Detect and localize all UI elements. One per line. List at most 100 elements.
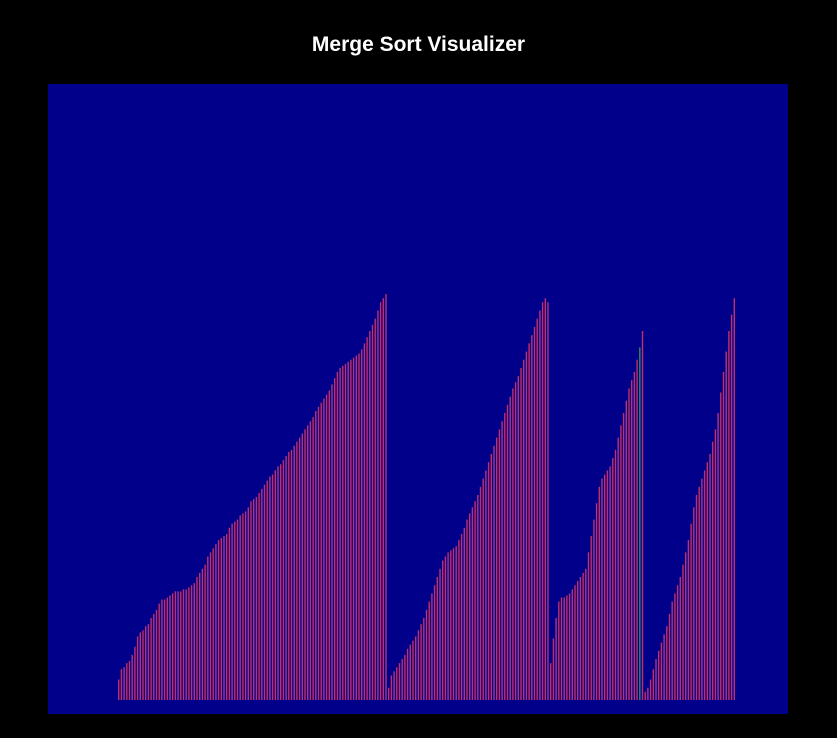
array-bar xyxy=(695,495,698,700)
array-bar xyxy=(412,640,414,700)
array-bar xyxy=(266,480,268,700)
array-bar xyxy=(633,372,636,700)
array-bar xyxy=(180,591,182,700)
array-bar xyxy=(150,618,152,700)
array-bar xyxy=(652,669,654,700)
array-bar xyxy=(242,513,244,700)
array-bar xyxy=(352,357,355,700)
array-bar xyxy=(196,577,198,700)
bars-area xyxy=(118,294,735,700)
array-bar xyxy=(193,583,195,700)
array-bar xyxy=(174,591,177,700)
array-bar xyxy=(533,326,536,700)
array-bar xyxy=(417,630,420,700)
array-bar xyxy=(388,687,390,700)
array-bar xyxy=(458,540,460,700)
array-bar xyxy=(347,361,349,700)
array-bar xyxy=(128,661,131,700)
array-bar xyxy=(520,367,522,700)
array-bar xyxy=(682,564,684,700)
array-bar xyxy=(155,609,158,700)
array-bar xyxy=(720,392,722,700)
array-bar xyxy=(285,456,287,700)
array-bar xyxy=(166,597,168,700)
array-bar xyxy=(309,421,312,700)
array-bar xyxy=(325,394,328,700)
sorting-canvas xyxy=(48,84,788,714)
array-bar xyxy=(663,634,665,700)
array-bar xyxy=(290,449,293,700)
array-bar xyxy=(504,413,506,700)
array-bar xyxy=(690,523,692,700)
array-bar xyxy=(523,359,525,700)
array-bar xyxy=(733,298,735,700)
array-bar xyxy=(390,675,393,700)
array-bar xyxy=(153,613,155,700)
array-bar xyxy=(244,511,247,700)
array-bar xyxy=(228,527,231,700)
array-bar xyxy=(158,603,160,700)
array-bar xyxy=(709,454,711,700)
array-bar xyxy=(293,445,295,700)
array-bar xyxy=(239,515,241,700)
array-bar xyxy=(477,495,479,700)
array-bar xyxy=(442,560,444,700)
array-bar xyxy=(263,484,266,700)
array-bar xyxy=(452,548,455,700)
array-bar xyxy=(463,527,465,700)
array-bar xyxy=(577,581,579,700)
array-bar xyxy=(201,568,204,700)
array-bar xyxy=(555,618,557,700)
array-bar xyxy=(226,533,228,700)
array-bar xyxy=(139,632,141,700)
array-bar xyxy=(590,536,592,700)
array-bar xyxy=(536,318,538,700)
array-bar xyxy=(363,343,366,700)
array-bar xyxy=(280,464,282,700)
array-bar xyxy=(647,687,649,700)
array-bar xyxy=(136,636,139,700)
array-bar xyxy=(212,548,214,700)
array-bar xyxy=(247,507,249,700)
array-bar xyxy=(601,478,603,700)
array-bar xyxy=(485,470,487,700)
array-bar xyxy=(717,413,719,700)
array-bar xyxy=(703,470,706,700)
array-bar xyxy=(517,376,519,700)
array-bar xyxy=(604,474,606,700)
array-bar xyxy=(474,501,476,700)
array-bar xyxy=(361,349,363,700)
array-bar xyxy=(336,372,339,700)
array-bar xyxy=(296,441,298,700)
array-bar xyxy=(482,478,484,700)
array-bar xyxy=(655,659,657,700)
array-bar xyxy=(571,589,573,700)
array-bar xyxy=(163,599,166,700)
array-bar xyxy=(574,585,576,700)
array-bar xyxy=(490,454,492,700)
array-bar xyxy=(730,314,733,700)
array-bar xyxy=(188,587,190,700)
array-bar xyxy=(215,544,217,700)
array-bar xyxy=(585,568,587,700)
array-bar xyxy=(182,589,185,700)
array-bar xyxy=(126,663,128,700)
array-bar xyxy=(431,593,433,700)
array-bar xyxy=(234,521,236,700)
array-bar xyxy=(674,593,676,700)
array-bar xyxy=(506,404,509,700)
array-bar xyxy=(415,636,417,700)
array-bar xyxy=(344,363,347,700)
array-bar xyxy=(641,331,644,700)
array-bar xyxy=(649,679,652,700)
array-bar xyxy=(190,585,193,700)
array-bar xyxy=(328,390,330,700)
array-bar xyxy=(725,351,727,700)
array-bar xyxy=(250,501,252,700)
array-bar xyxy=(185,589,187,700)
array-bar xyxy=(131,654,133,700)
array-bar xyxy=(255,497,258,700)
array-bar xyxy=(423,618,425,700)
array-bar xyxy=(439,568,441,700)
array-bar xyxy=(558,601,560,700)
